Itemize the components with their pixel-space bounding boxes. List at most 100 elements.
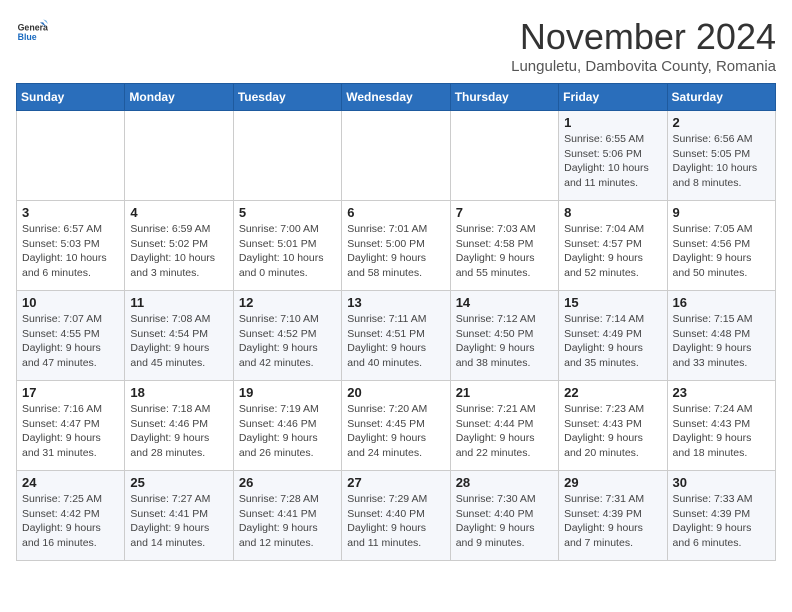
day-number: 14 <box>456 295 553 310</box>
day-number: 18 <box>130 385 227 400</box>
calendar-cell: 25 Sunrise: 7:27 AMSunset: 4:41 PMDayligh… <box>125 471 233 561</box>
day-number: 21 <box>456 385 553 400</box>
calendar-cell: 5 Sunrise: 7:00 AMSunset: 5:01 PMDaylight… <box>233 201 341 291</box>
day-info: Sunrise: 7:19 AMSunset: 4:46 PMDaylight:… <box>239 402 336 461</box>
calendar-cell: 2 Sunrise: 6:56 AMSunset: 5:05 PMDaylight… <box>667 111 775 201</box>
day-info: Sunrise: 7:04 AMSunset: 4:57 PMDaylight:… <box>564 222 661 281</box>
day-number: 24 <box>22 475 119 490</box>
header: General Blue General Blue November 2024 … <box>16 16 776 75</box>
day-of-week-header: Friday <box>559 84 667 111</box>
calendar-week-row: 10 Sunrise: 7:07 AMSunset: 4:55 PMDayligh… <box>17 291 776 381</box>
calendar-cell: 29 Sunrise: 7:31 AMSunset: 4:39 PMDayligh… <box>559 471 667 561</box>
day-info: Sunrise: 7:29 AMSunset: 4:40 PMDaylight:… <box>347 492 444 551</box>
day-info: Sunrise: 7:25 AMSunset: 4:42 PMDaylight:… <box>22 492 119 551</box>
day-number: 20 <box>347 385 444 400</box>
day-number: 27 <box>347 475 444 490</box>
calendar-header: SundayMondayTuesdayWednesdayThursdayFrid… <box>17 84 776 111</box>
calendar-cell: 18 Sunrise: 7:18 AMSunset: 4:46 PMDayligh… <box>125 381 233 471</box>
day-number: 26 <box>239 475 336 490</box>
day-number: 11 <box>130 295 227 310</box>
day-info: Sunrise: 7:07 AMSunset: 4:55 PMDaylight:… <box>22 312 119 371</box>
logo: General Blue General Blue <box>16 16 48 48</box>
day-info: Sunrise: 7:27 AMSunset: 4:41 PMDaylight:… <box>130 492 227 551</box>
calendar-cell: 7 Sunrise: 7:03 AMSunset: 4:58 PMDaylight… <box>450 201 558 291</box>
day-number: 3 <box>22 205 119 220</box>
day-number: 29 <box>564 475 661 490</box>
day-of-week-header: Sunday <box>17 84 125 111</box>
day-number: 28 <box>456 475 553 490</box>
calendar-cell: 12 Sunrise: 7:10 AMSunset: 4:52 PMDayligh… <box>233 291 341 381</box>
day-number: 2 <box>673 115 770 130</box>
day-info: Sunrise: 7:10 AMSunset: 4:52 PMDaylight:… <box>239 312 336 371</box>
day-number: 16 <box>673 295 770 310</box>
day-number: 25 <box>130 475 227 490</box>
calendar-cell: 20Sunrise: 7:20 AMSunset: 4:45 PMDayligh… <box>342 381 450 471</box>
calendar-cell: 1 Sunrise: 6:55 AMSunset: 5:06 PMDaylight… <box>559 111 667 201</box>
day-info: Sunrise: 7:08 AMSunset: 4:54 PMDaylight:… <box>130 312 227 371</box>
day-number: 17 <box>22 385 119 400</box>
day-info: Sunrise: 7:14 AMSunset: 4:49 PMDaylight:… <box>564 312 661 371</box>
day-number: 6 <box>347 205 444 220</box>
calendar-cell: 19 Sunrise: 7:19 AMSunset: 4:46 PMDayligh… <box>233 381 341 471</box>
calendar-cell <box>450 111 558 201</box>
day-info: Sunrise: 7:12 AMSunset: 4:50 PMDaylight:… <box>456 312 553 371</box>
day-info: Sunrise: 7:16 AMSunset: 4:47 PMDaylight:… <box>22 402 119 461</box>
calendar-cell: 3 Sunrise: 6:57 AMSunset: 5:03 PMDaylight… <box>17 201 125 291</box>
calendar-cell: 27 Sunrise: 7:29 AMSunset: 4:40 PMDayligh… <box>342 471 450 561</box>
day-number: 4 <box>130 205 227 220</box>
calendar-cell <box>233 111 341 201</box>
calendar-cell: 16 Sunrise: 7:15 AMSunset: 4:48 PMDayligh… <box>667 291 775 381</box>
day-number: 19 <box>239 385 336 400</box>
calendar-cell <box>125 111 233 201</box>
calendar-cell: 21 Sunrise: 7:21 AMSunset: 4:44 PMDayligh… <box>450 381 558 471</box>
calendar-cell: 22 Sunrise: 7:23 AMSunset: 4:43 PMDayligh… <box>559 381 667 471</box>
day-of-week-header: Saturday <box>667 84 775 111</box>
calendar-cell: 11 Sunrise: 7:08 AMSunset: 4:54 PMDayligh… <box>125 291 233 381</box>
calendar-cell <box>17 111 125 201</box>
day-info: Sunrise: 6:56 AMSunset: 5:05 PMDaylight:… <box>673 132 770 191</box>
calendar-cell <box>342 111 450 201</box>
calendar-table: SundayMondayTuesdayWednesdayThursdayFrid… <box>16 83 776 561</box>
day-info: Sunrise: 6:55 AMSunset: 5:06 PMDaylight:… <box>564 132 661 191</box>
location-subtitle: Lunguletu, Dambovita County, Romania <box>511 58 776 75</box>
day-info: Sunrise: 6:57 AMSunset: 5:03 PMDaylight:… <box>22 222 119 281</box>
day-info: Sunrise: 7:05 AMSunset: 4:56 PMDaylight:… <box>673 222 770 281</box>
day-info: Sunrise: 7:24 AMSunset: 4:43 PMDaylight:… <box>673 402 770 461</box>
day-info: Sunrise: 7:15 AMSunset: 4:48 PMDaylight:… <box>673 312 770 371</box>
month-title: November 2024 <box>511 16 776 58</box>
calendar-cell: 4 Sunrise: 6:59 AMSunset: 5:02 PMDaylight… <box>125 201 233 291</box>
day-number: 23 <box>673 385 770 400</box>
day-of-week-header: Thursday <box>450 84 558 111</box>
day-info: Sunrise: 7:23 AMSunset: 4:43 PMDaylight:… <box>564 402 661 461</box>
day-number: 30 <box>673 475 770 490</box>
day-number: 1 <box>564 115 661 130</box>
day-info: Sunrise: 7:31 AMSunset: 4:39 PMDaylight:… <box>564 492 661 551</box>
calendar-cell: 14 Sunrise: 7:12 AMSunset: 4:50 PMDayligh… <box>450 291 558 381</box>
day-number: 9 <box>673 205 770 220</box>
day-info: Sunrise: 7:11 AMSunset: 4:51 PMDaylight:… <box>347 312 444 371</box>
day-info: Sunrise: 7:18 AMSunset: 4:46 PMDaylight:… <box>130 402 227 461</box>
day-info: Sunrise: 7:00 AMSunset: 5:01 PMDaylight:… <box>239 222 336 281</box>
day-number: 15 <box>564 295 661 310</box>
day-number: 22 <box>564 385 661 400</box>
day-info: Sunrise: 7:03 AMSunset: 4:58 PMDaylight:… <box>456 222 553 281</box>
calendar-week-row: 24 Sunrise: 7:25 AMSunset: 4:42 PMDayligh… <box>17 471 776 561</box>
day-of-week-header: Monday <box>125 84 233 111</box>
day-number: 12 <box>239 295 336 310</box>
day-number: 10 <box>22 295 119 310</box>
day-number: 13 <box>347 295 444 310</box>
calendar-cell: 30Sunrise: 7:33 AMSunset: 4:39 PMDayligh… <box>667 471 775 561</box>
day-info: Sunrise: 7:21 AMSunset: 4:44 PMDaylight:… <box>456 402 553 461</box>
calendar-cell: 24 Sunrise: 7:25 AMSunset: 4:42 PMDayligh… <box>17 471 125 561</box>
day-number: 8 <box>564 205 661 220</box>
day-number: 7 <box>456 205 553 220</box>
calendar-cell: 17 Sunrise: 7:16 AMSunset: 4:47 PMDayligh… <box>17 381 125 471</box>
calendar-cell: 8 Sunrise: 7:04 AMSunset: 4:57 PMDaylight… <box>559 201 667 291</box>
day-info: Sunrise: 6:59 AMSunset: 5:02 PMDaylight:… <box>130 222 227 281</box>
calendar-cell: 13 Sunrise: 7:11 AMSunset: 4:51 PMDayligh… <box>342 291 450 381</box>
day-number: 5 <box>239 205 336 220</box>
calendar-cell: 10 Sunrise: 7:07 AMSunset: 4:55 PMDayligh… <box>17 291 125 381</box>
day-info: Sunrise: 7:01 AMSunset: 5:00 PMDaylight:… <box>347 222 444 281</box>
calendar-week-row: 17 Sunrise: 7:16 AMSunset: 4:47 PMDayligh… <box>17 381 776 471</box>
calendar-cell: 23 Sunrise: 7:24 AMSunset: 4:43 PMDayligh… <box>667 381 775 471</box>
